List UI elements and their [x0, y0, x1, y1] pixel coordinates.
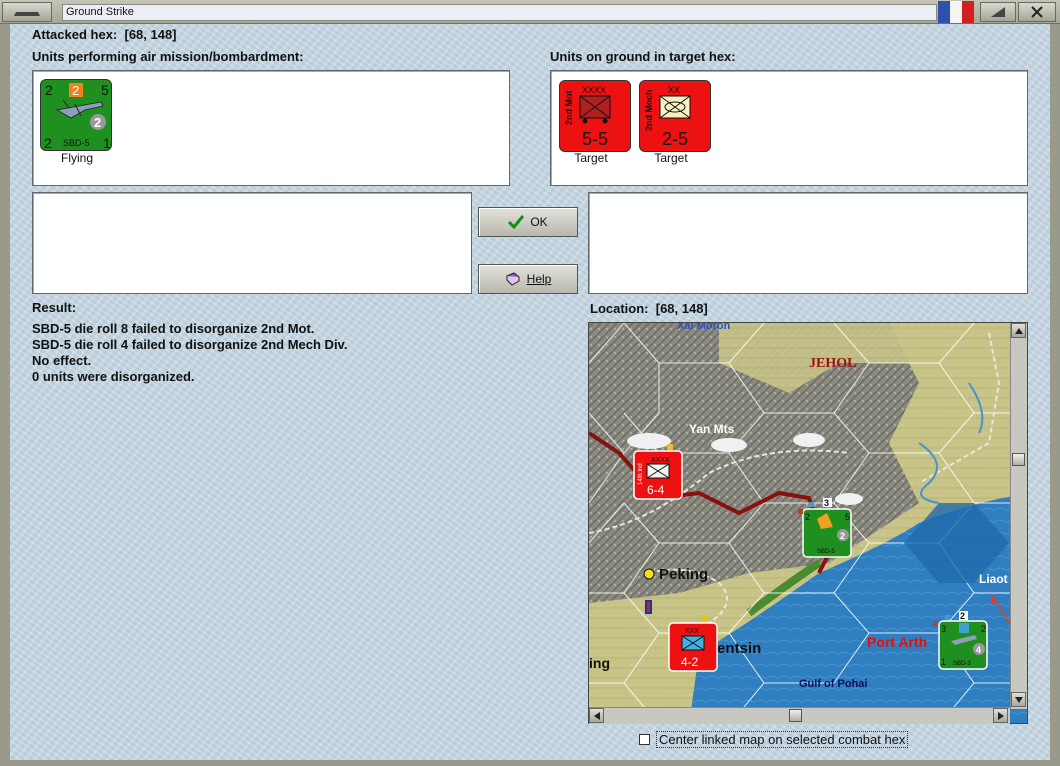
- attacked-hex-label: Attacked hex: [68, 148]: [32, 27, 177, 42]
- svg-text:XX: XX: [668, 85, 680, 95]
- svg-text:1: 1: [103, 135, 111, 151]
- arrow-down-icon: [1014, 696, 1023, 703]
- motorized-unit-icon: 2nd Mot XXXX 5-5: [564, 75, 611, 149]
- vertical-scroll-thumb[interactable]: [1012, 453, 1025, 466]
- maximize-icon: [991, 7, 1005, 17]
- svg-text:2: 2: [805, 512, 810, 522]
- horizontal-scroll-thumb[interactable]: [789, 709, 802, 722]
- map-horizontal-scrollbar[interactable]: [589, 707, 1010, 724]
- ground-unit-counter[interactable]: 2nd Mech XX 2-5: [639, 75, 711, 152]
- close-icon: [1031, 6, 1043, 18]
- ground-units-panel: 2nd Mot XXXX 5-5 Target 2nd Mech XX 2-5 …: [550, 70, 1028, 186]
- svg-text:2: 2: [981, 624, 986, 634]
- svg-text:6-4: 6-4: [647, 483, 665, 497]
- svg-text:4: 4: [976, 645, 981, 655]
- help-button[interactable]: Help: [478, 264, 578, 294]
- svg-text:XXX: XXX: [685, 628, 699, 635]
- map-label-city-liaotung: Liaot: [979, 572, 1008, 586]
- maximize-button[interactable]: [980, 2, 1016, 22]
- nation-flag: [938, 1, 974, 23]
- ground-unit-counter[interactable]: 2nd Mot XXXX 5-5: [559, 75, 631, 152]
- air-units-heading: Units performing air mission/bombardment…: [32, 49, 304, 64]
- result-line: SBD-5 die roll 4 failed to disorganize 2…: [32, 337, 348, 352]
- minimize-icon: [14, 12, 40, 16]
- location-label: Location: [68, 148]: [590, 301, 708, 316]
- scroll-down-button[interactable]: [1011, 692, 1026, 707]
- svg-text:5-5: 5-5: [582, 129, 608, 149]
- map-label-sea: Gulf of Pohai: [799, 678, 867, 690]
- dive-bomber-icon: 2 2 5 2 2 SBD-5 1: [39, 72, 111, 151]
- svg-text:2: 2: [94, 115, 101, 130]
- result-line: 0 units were disorganized.: [32, 369, 195, 384]
- result-text: SBD-5 die roll 8 failed to disorganize 2…: [32, 321, 347, 385]
- hex-map[interactable]: Xai Moron JEHOL Yan Mts Peking Tientsin …: [588, 322, 1028, 724]
- result-line: No effect.: [32, 353, 92, 368]
- air-unit-status: Flying: [60, 151, 93, 165]
- map-label-city-peking: Peking: [659, 566, 708, 583]
- help-book-icon: [505, 272, 520, 286]
- ground-units-heading: Units on ground in target hex:: [550, 49, 736, 64]
- map-unit-red-infantry[interactable]: XXXX 14th Ind 6-4: [633, 444, 683, 500]
- arrow-right-icon: [997, 711, 1004, 720]
- svg-text:2: 2: [45, 82, 53, 98]
- map-label-city-port-arthur: Port Arth: [867, 634, 927, 650]
- svg-text:14th Ind: 14th Ind: [638, 463, 644, 485]
- hex-map-canvas: Xai Moron JEHOL Yan Mts Peking Tientsin …: [589, 323, 1027, 723]
- attacker-details-panel: [32, 192, 472, 294]
- center-map-checkbox[interactable]: [639, 734, 650, 745]
- svg-text:2-5: 2-5: [662, 129, 688, 149]
- window-title: Ground Strike: [62, 4, 937, 21]
- svg-text:XXXX: XXXX: [651, 457, 670, 464]
- checkmark-icon: [508, 215, 525, 229]
- svg-text:2: 2: [960, 611, 965, 621]
- defender-details-panel: [588, 192, 1028, 294]
- map-label-mountains: Yan Mts: [689, 422, 735, 436]
- svg-text:5: 5: [101, 82, 109, 98]
- arrow-up-icon: [1014, 327, 1023, 334]
- result-line: SBD-5 die roll 8 failed to disorganize 2…: [32, 321, 315, 336]
- svg-text:2: 2: [840, 531, 845, 541]
- result-label: Result:: [32, 300, 77, 315]
- svg-text:2nd Mot: 2nd Mot: [564, 91, 574, 126]
- close-button[interactable]: [1018, 2, 1056, 22]
- svg-text:4-2: 4-2: [681, 655, 699, 669]
- svg-text:2: 2: [72, 83, 79, 98]
- svg-text:3: 3: [941, 624, 946, 634]
- ground-unit-status: Target: [654, 151, 688, 165]
- svg-text:SBD-5: SBD-5: [63, 138, 90, 148]
- ground-unit-status: Target: [574, 151, 608, 165]
- help-button-label: Help: [526, 272, 552, 286]
- air-units-panel: 2 2 5 2 2 SBD-5 1 Flying: [32, 70, 510, 186]
- map-label-west: ing: [589, 655, 610, 671]
- title-bar: Ground Strike: [0, 0, 1060, 24]
- center-map-label[interactable]: Center linked map on selected combat hex: [656, 731, 909, 748]
- svg-text:XXXX: XXXX: [582, 85, 606, 95]
- ok-button[interactable]: OK: [478, 207, 578, 237]
- svg-text:2: 2: [44, 135, 52, 151]
- svg-text:SBD-3: SBD-3: [953, 661, 971, 667]
- mechanized-unit-icon: 2nd Mech XX 2-5: [644, 75, 691, 149]
- map-unit-red-mechanized[interactable]: XXX 4-2: [668, 615, 718, 672]
- svg-text:1: 1: [941, 657, 946, 667]
- minimize-button[interactable]: [2, 2, 52, 22]
- air-unit-counter[interactable]: 2 2 5 2 2 SBD-5 1: [39, 72, 112, 151]
- scroll-left-button[interactable]: [589, 708, 604, 723]
- map-label-top: Xai Moron: [677, 323, 730, 332]
- scroll-right-button[interactable]: [993, 708, 1008, 723]
- svg-text:SBD-5: SBD-5: [817, 549, 835, 555]
- ok-button-label: OK: [530, 215, 548, 229]
- arrow-left-icon: [593, 711, 600, 720]
- svg-text:2nd Mech: 2nd Mech: [644, 89, 654, 131]
- map-vertical-scrollbar[interactable]: [1010, 323, 1027, 709]
- svg-text:3: 3: [824, 498, 829, 508]
- map-label-region: JEHOL: [809, 356, 856, 371]
- svg-text:5: 5: [845, 512, 850, 522]
- scroll-up-button[interactable]: [1011, 323, 1026, 338]
